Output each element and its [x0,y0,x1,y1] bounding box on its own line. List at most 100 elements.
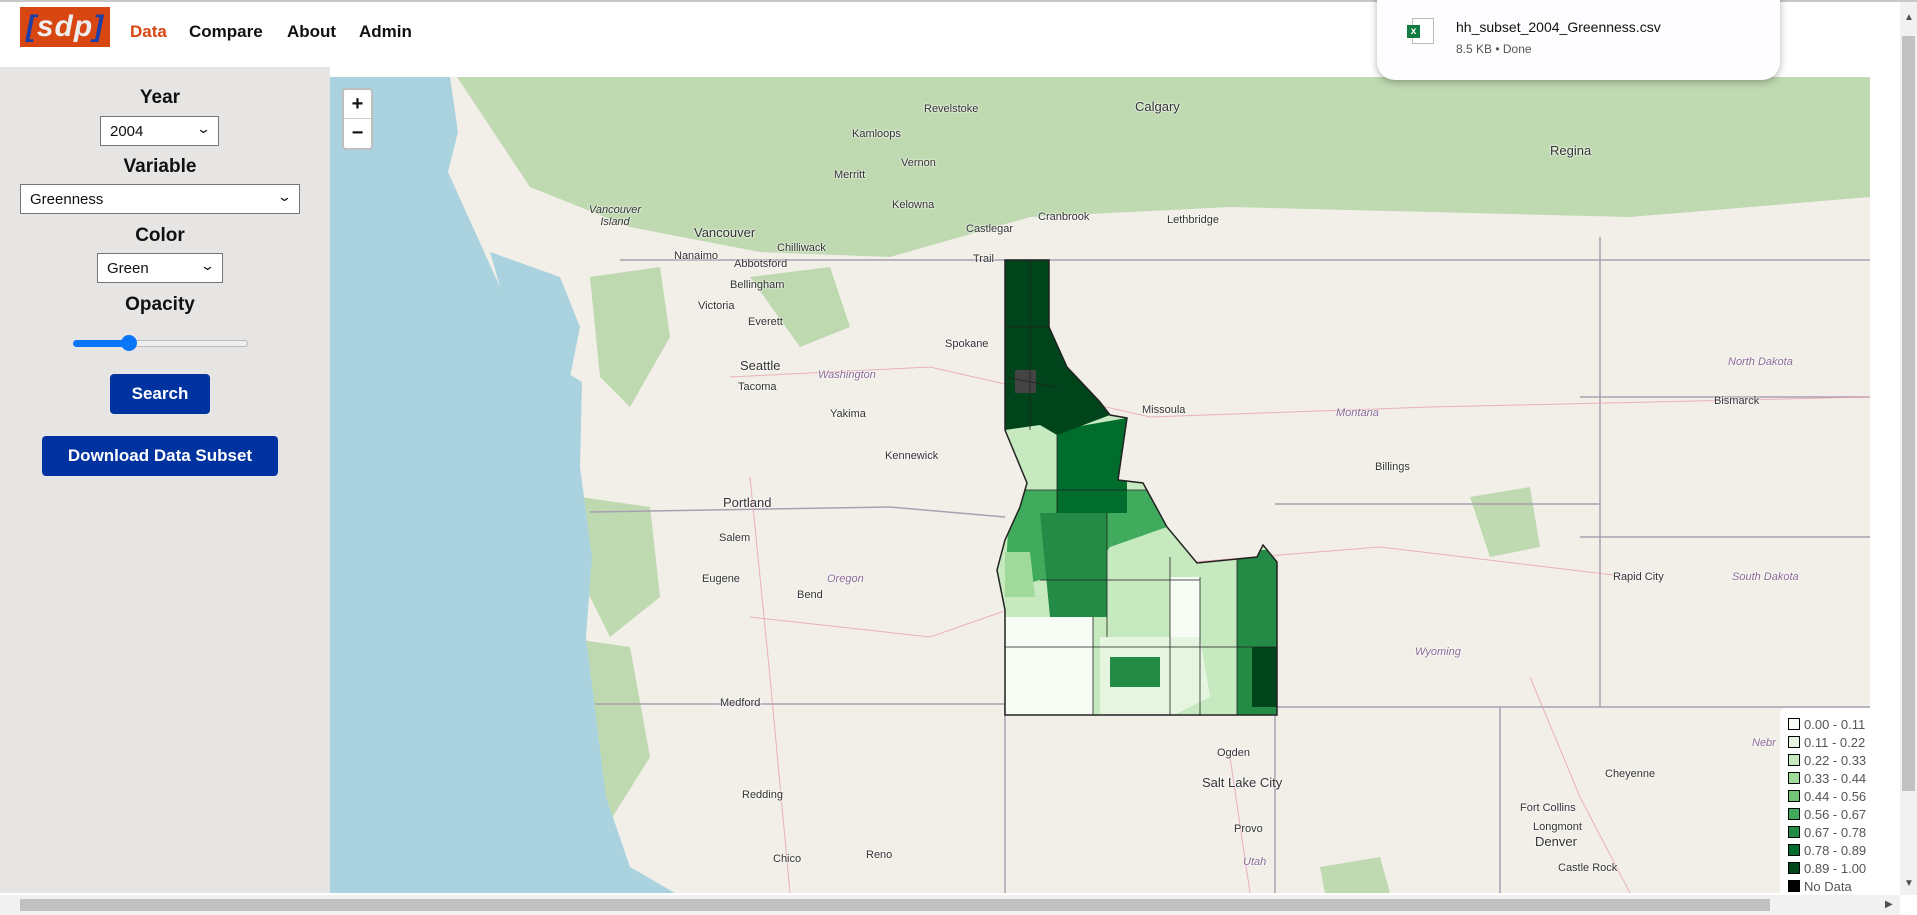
legend-item: 0.00 - 0.11 [1788,715,1870,733]
map-label: Provo [1234,823,1263,835]
region [1170,577,1200,637]
nav-admin[interactable]: Admin [359,22,412,42]
map-label: Missoula [1142,404,1186,416]
year-value: 2004 [110,123,144,140]
legend-label: 0.44 - 0.56 [1804,788,1867,804]
map-label: Salt Lake City [1202,775,1283,790]
map-label: Cranbrook [1038,211,1090,223]
map-label: Medford [720,697,761,709]
legend-swatch [1788,790,1800,802]
search-button[interactable]: Search [110,374,210,414]
map-label: Bend [797,589,823,601]
map-label: Montana [1336,407,1379,419]
zoom-control: + − [342,88,373,150]
color-value: Green [107,260,149,277]
variable-value: Greenness [30,191,104,208]
sdp-logo[interactable]: [sdp] [20,7,110,47]
map-legend: 0.00 - 0.11 0.11 - 0.22 0.22 - 0.33 0.33 - … [1780,708,1870,893]
region [1040,513,1107,617]
legend-swatch [1788,772,1800,784]
chevron-down-icon: ⌄ [199,258,216,273]
nav-compare[interactable]: Compare [189,22,263,42]
map-label: Abbotsford [734,258,788,270]
map[interactable]: Calgary Revelstoke Kamloops Vernon Merri… [330,77,1870,893]
map-label: Vancouver Island [588,204,642,228]
map-label: North Dakota [1728,356,1793,368]
year-label: Year [139,87,181,108]
map-label: Yakima [830,408,866,420]
region [1005,552,1035,597]
vertical-scrollbar[interactable]: ▲ ▼ [1900,2,1917,895]
zoom-out-button[interactable]: − [344,119,371,148]
map-label: Fort Collins [1520,802,1576,814]
download-popup[interactable]: x hh_subset_2004_Greenness.csv 8.5 KB • … [1377,0,1780,80]
legend-swatch [1788,736,1800,748]
scrollbar-thumb[interactable] [1902,36,1915,791]
opacity-slider[interactable] [73,335,248,351]
legend-label: 0.89 - 1.00 [1804,860,1867,876]
map-label: Redding [742,789,783,801]
sidebar: Year 2004 ⌄ Variable Greenness ⌄ Color Gre… [0,67,330,893]
chevron-down-icon: ⌄ [276,189,293,204]
download-data-subset-button[interactable]: Download Data Subset [42,436,278,476]
legend-item: 0.89 - 1.00 [1788,859,1870,877]
no-data-region [1015,370,1036,393]
map-label: Ogden [1217,747,1251,759]
color-label: Color [135,225,185,246]
legend-swatch [1788,880,1800,892]
legend-swatch [1788,718,1800,730]
scroll-down-arrow-icon[interactable]: ▼ [1904,878,1914,889]
map-label: Nanaimo [674,250,719,262]
legend-label: 0.56 - 0.67 [1804,806,1867,822]
map-label: Bismarck [1714,395,1760,407]
map-label: Vernon [901,157,936,169]
map-label: Rapid City [1613,571,1664,583]
legend-item: No Data [1788,877,1870,893]
legend-item: 0.67 - 0.78 [1788,823,1870,841]
map-label: Wyoming [1415,646,1461,658]
chevron-down-icon: ⌄ [195,121,212,136]
year-select[interactable]: 2004 ⌄ [100,116,219,146]
variable-select[interactable]: Greenness ⌄ [20,184,300,214]
map-label: Victoria [698,300,735,312]
map-label: Nebr [1752,737,1776,749]
legend-label: No Data [1804,878,1852,894]
opacity-label: Opacity [125,294,195,315]
map-label: Lethbridge [1167,214,1219,226]
legend-label: 0.33 - 0.44 [1804,770,1867,786]
map-label: Longmont [1533,821,1582,833]
map-label: Kelowna [892,199,935,211]
scroll-right-arrow-icon[interactable]: ▶ [1885,899,1893,910]
nav-data[interactable]: Data [130,22,167,42]
download-filename[interactable]: hh_subset_2004_Greenness.csv [1456,19,1661,35]
legend-label: 0.78 - 0.89 [1804,842,1867,858]
legend-swatch [1788,754,1800,766]
variable-label: Variable [123,156,197,177]
legend-swatch [1788,808,1800,820]
map-label: Seattle [740,358,781,373]
map-label: Oregon [827,573,864,585]
map-label: Salem [719,532,751,544]
legend-swatch [1788,844,1800,856]
map-label: Everett [748,316,783,328]
scrollbar-thumb[interactable] [20,899,1770,911]
map-label: Merritt [834,169,866,181]
region [1252,647,1277,707]
legend-item: 0.22 - 0.33 [1788,751,1870,769]
map-label: Kamloops [852,128,901,140]
map-label: Utah [1243,856,1267,868]
horizontal-scrollbar[interactable]: ▶ [0,895,1900,915]
nav-about[interactable]: About [287,22,336,42]
map-label: Billings [1375,461,1410,473]
legend-item: 0.33 - 0.44 [1788,769,1870,787]
legend-label: 0.67 - 0.78 [1804,824,1867,840]
map-label: Spokane [945,338,989,350]
scroll-up-arrow-icon[interactable]: ▲ [1904,12,1914,23]
legend-item: 0.11 - 0.22 [1788,733,1870,751]
map-label: Bellingham [730,279,785,291]
slider-thumb[interactable] [120,335,137,351]
color-select[interactable]: Green ⌄ [97,253,223,283]
map-label: Trail [973,253,994,265]
zoom-in-button[interactable]: + [344,90,371,119]
map-label: Washington [818,369,876,381]
